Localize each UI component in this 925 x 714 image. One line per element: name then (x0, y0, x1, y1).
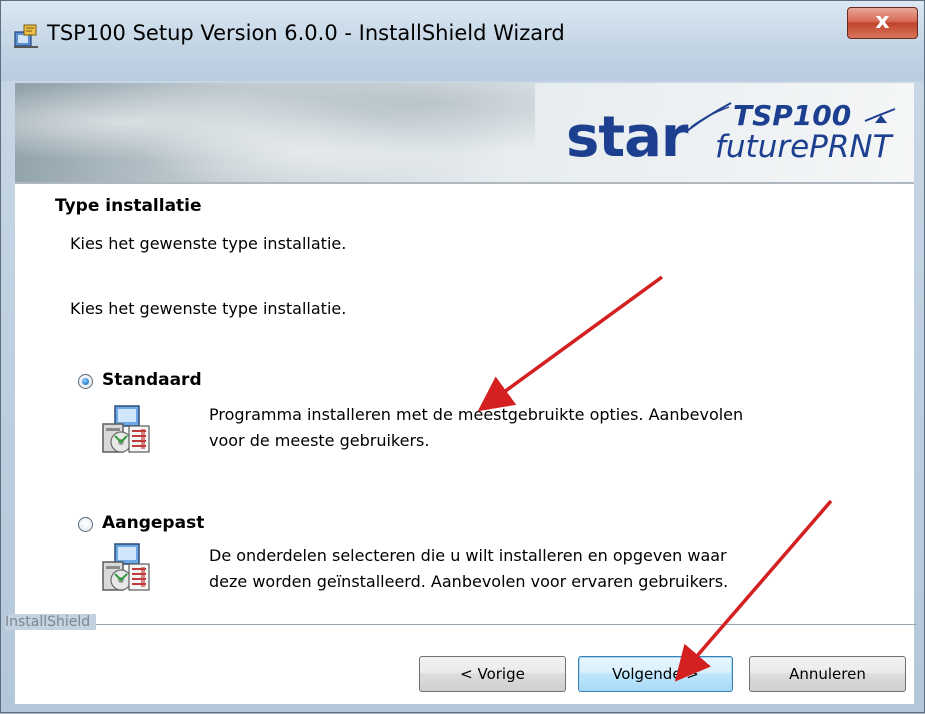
banner: star TSP100 futurePRNT (15, 83, 914, 182)
star-swoosh-icon (864, 108, 896, 123)
radio-standaard[interactable] (78, 374, 93, 389)
footer-divider (7, 624, 917, 625)
setup-custom-icon (102, 543, 150, 591)
star-logo: star (566, 105, 689, 170)
close-button[interactable]: x (847, 7, 918, 39)
next-button[interactable]: Volgende > (578, 656, 733, 692)
close-icon: x (875, 9, 890, 34)
back-button[interactable]: < Vorige (419, 656, 566, 692)
page-subtitle: Kies het gewenste type installatie. (70, 234, 347, 253)
option-aangepast-desc-line2: deze worden geïnstalleerd. Aanbevolen vo… (209, 572, 729, 591)
futureprnt-logo: futurePRNT (715, 129, 892, 165)
radio-aangepast[interactable] (78, 517, 93, 532)
banner-background (15, 83, 535, 182)
installshield-label: InstallShield (5, 614, 97, 630)
window-title: TSP100 Setup Version 6.0.0 - InstallShie… (47, 21, 565, 45)
setup-typical-icon (102, 405, 150, 453)
option-aangepast-label[interactable]: Aangepast (102, 513, 204, 533)
instruction-text: Kies het gewenste type installatie. (70, 299, 347, 318)
option-standaard-desc-line1: Programma installeren met de meestgebrui… (209, 405, 744, 424)
model-logo: TSP100 (733, 99, 852, 132)
title-bar[interactable]: TSP100 Setup Version 6.0.0 - InstallShie… (1, 1, 924, 81)
installer-window: TSP100 Setup Version 6.0.0 - InstallShie… (0, 0, 925, 713)
page-title: Type installatie (55, 196, 202, 216)
content-panel: Type installatie Kies het gewenste type … (15, 184, 914, 704)
option-aangepast-desc-line1: De onderdelen selecteren die u wilt inst… (209, 546, 727, 565)
option-standaard-desc-line2: voor de meeste gebruikers. (209, 431, 430, 450)
option-standaard-label[interactable]: Standaard (102, 370, 202, 390)
cancel-button[interactable]: Annuleren (749, 656, 906, 692)
installer-app-icon (14, 24, 38, 48)
